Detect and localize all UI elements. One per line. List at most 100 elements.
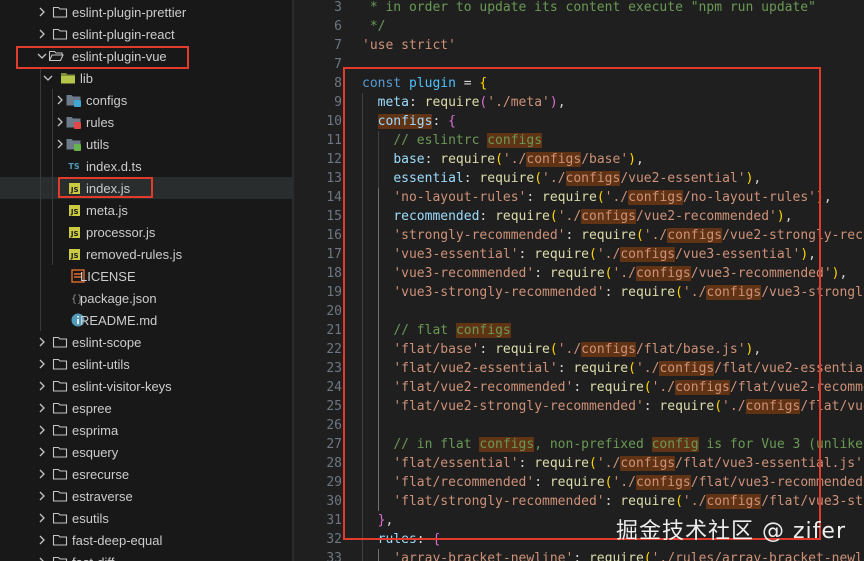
explorer-folder[interactable]: esprima — [0, 419, 292, 441]
chevron-right-icon[interactable] — [36, 512, 48, 524]
code-token: essential — [393, 171, 464, 186]
chevron-right-icon[interactable] — [36, 28, 48, 40]
chevron-down-icon[interactable] — [42, 72, 54, 84]
chevron-right-icon[interactable] — [36, 380, 48, 392]
code-line[interactable]: 'use strict' — [362, 36, 456, 55]
chevron-right-icon[interactable] — [36, 6, 48, 18]
indent-guide — [362, 321, 363, 340]
explorer-folder[interactable]: configs — [0, 89, 292, 111]
explorer-folder[interactable]: esrecurse — [0, 463, 292, 485]
line-number: 19 — [326, 285, 342, 300]
explorer-file[interactable]: JS processor.js — [0, 221, 292, 243]
line-number: 18 — [326, 266, 342, 281]
explorer-item-label: README.md — [80, 312, 158, 328]
code-line[interactable]: meta: require('./meta'), — [378, 93, 566, 112]
indent-guide — [377, 245, 379, 264]
code-token: , — [784, 209, 793, 224]
indent-guide — [40, 199, 41, 221]
explorer-folder[interactable]: eslint-utils — [0, 353, 292, 375]
code-token: './ — [612, 266, 636, 281]
line-number: 30 — [326, 494, 342, 509]
chevron-right-icon[interactable] — [36, 490, 48, 502]
code-line[interactable]: 'no-layout-rules': require('./configs/no… — [393, 188, 832, 207]
indent-guide — [362, 492, 363, 511]
chevron-right-icon[interactable] — [36, 446, 48, 458]
code-line[interactable]: const plugin = { — [362, 74, 487, 93]
explorer-folder[interactable]: lib — [0, 67, 292, 89]
chevron-right-icon[interactable] — [36, 424, 48, 436]
explorer-file[interactable]: JS index.js — [0, 177, 292, 199]
code-line[interactable]: 'flat/strongly-recommended': require('./… — [393, 492, 864, 511]
indent-guide — [377, 492, 379, 511]
explorer-file[interactable]: README.md — [0, 309, 292, 331]
chevron-right-icon[interactable] — [36, 402, 48, 414]
code-line[interactable]: 'flat/vue2-recommended': require('./conf… — [393, 378, 864, 397]
explorer-folder[interactable]: estraverse — [0, 485, 292, 507]
explorer-file[interactable]: TS index.d.ts — [0, 155, 292, 177]
line-number: 17 — [326, 247, 342, 262]
code-line[interactable]: * in order to update its content execute… — [362, 0, 816, 17]
code-line[interactable]: essential: require('./configs/vue2-essen… — [393, 169, 761, 188]
explorer-file[interactable]: LICENSE — [0, 265, 292, 287]
code-line[interactable]: rules: { — [378, 530, 441, 549]
explorer-folder[interactable]: eslint-plugin-react — [0, 23, 292, 45]
folder-icon — [52, 510, 68, 526]
explorer-folder[interactable]: fast-diff — [0, 551, 292, 561]
code-line[interactable]: 'flat/vue2-essential': require('./config… — [393, 359, 864, 378]
chevron-right-icon[interactable] — [36, 468, 48, 480]
line-number: 21 — [326, 323, 342, 338]
code-token: /flat/vue2 — [800, 399, 864, 414]
chevron-right-icon[interactable] — [36, 534, 48, 546]
indent-guide — [362, 378, 363, 397]
code-line[interactable]: }, — [378, 511, 394, 530]
explorer-folder[interactable]: espree — [0, 397, 292, 419]
explorer-folder[interactable]: fast-deep-equal — [0, 529, 292, 551]
code-token: plugin — [408, 76, 456, 91]
javascript-file-icon: JS — [66, 202, 82, 218]
code-line[interactable]: 'strongly-recommended': require('./confi… — [393, 226, 864, 245]
code-line[interactable]: 'flat/base': require('./configs/flat/bas… — [393, 340, 761, 359]
explorer-folder[interactable]: esquery — [0, 441, 292, 463]
explorer-file[interactable]: {} package.json — [0, 287, 292, 309]
explorer-folder[interactable]: eslint-scope — [0, 331, 292, 353]
explorer-item-label: configs — [86, 92, 128, 108]
code-line[interactable]: recommended: require('./configs/vue2-rec… — [393, 207, 793, 226]
code-line[interactable]: // in flat configs, non-prefixed config … — [393, 435, 864, 454]
chevron-right-icon[interactable] — [54, 116, 66, 128]
explorer-item-label: esrecurse — [72, 466, 130, 482]
explorer-folder[interactable]: eslint-plugin-prettier — [0, 1, 292, 23]
code-editor[interactable]: 3 * in order to update its content execu… — [294, 0, 864, 561]
code-token: './meta' — [487, 95, 550, 110]
chevron-right-icon[interactable] — [36, 336, 48, 348]
code-token: ( — [643, 551, 652, 561]
code-token: require — [495, 209, 550, 224]
code-line[interactable]: // flat configs — [393, 321, 511, 340]
chevron-right-icon[interactable] — [54, 94, 66, 106]
explorer-folder[interactable]: esutils — [0, 507, 292, 529]
code-line[interactable]: // eslintrc configs — [393, 131, 543, 150]
code-line[interactable]: 'vue3-recommended': require('./configs/v… — [393, 264, 847, 283]
explorer-file[interactable]: JS meta.js — [0, 199, 292, 221]
chevron-right-icon[interactable] — [36, 358, 48, 370]
code-line[interactable]: 'vue3-strongly-recommended': require('./… — [393, 283, 864, 302]
explorer-item-label: rules — [86, 114, 115, 130]
explorer-folder[interactable]: eslint-visitor-keys — [0, 375, 292, 397]
chevron-right-icon[interactable] — [36, 556, 48, 561]
code-token: rules — [377, 532, 417, 547]
explorer-folder[interactable]: eslint-plugin-vue — [0, 45, 292, 67]
code-line[interactable]: 'vue3-essential': require('./configs/vue… — [393, 245, 816, 264]
chevron-right-icon[interactable] — [54, 138, 66, 150]
code-line[interactable]: */ — [362, 17, 386, 36]
code-line[interactable]: 'flat/vue2-strongly-recommended': requir… — [393, 397, 864, 416]
explorer-file[interactable]: JS removed-rules.js — [0, 243, 292, 265]
chevron-down-icon[interactable] — [36, 50, 48, 62]
code-line[interactable]: 'array-bracket-newline': require('./rule… — [393, 549, 864, 561]
code-line[interactable]: 'flat/essential': require('./configs/fla… — [393, 454, 864, 473]
indent-guide — [40, 133, 41, 155]
explorer-folder[interactable]: rules — [0, 111, 292, 133]
explorer-folder[interactable]: utils — [0, 133, 292, 155]
code-line[interactable]: 'flat/recommended': require('./configs/f… — [393, 473, 864, 492]
code-line[interactable]: configs: { — [377, 112, 456, 131]
code-line[interactable]: base: require('./configs/base'), — [393, 150, 644, 169]
code-token: ) — [776, 209, 785, 224]
